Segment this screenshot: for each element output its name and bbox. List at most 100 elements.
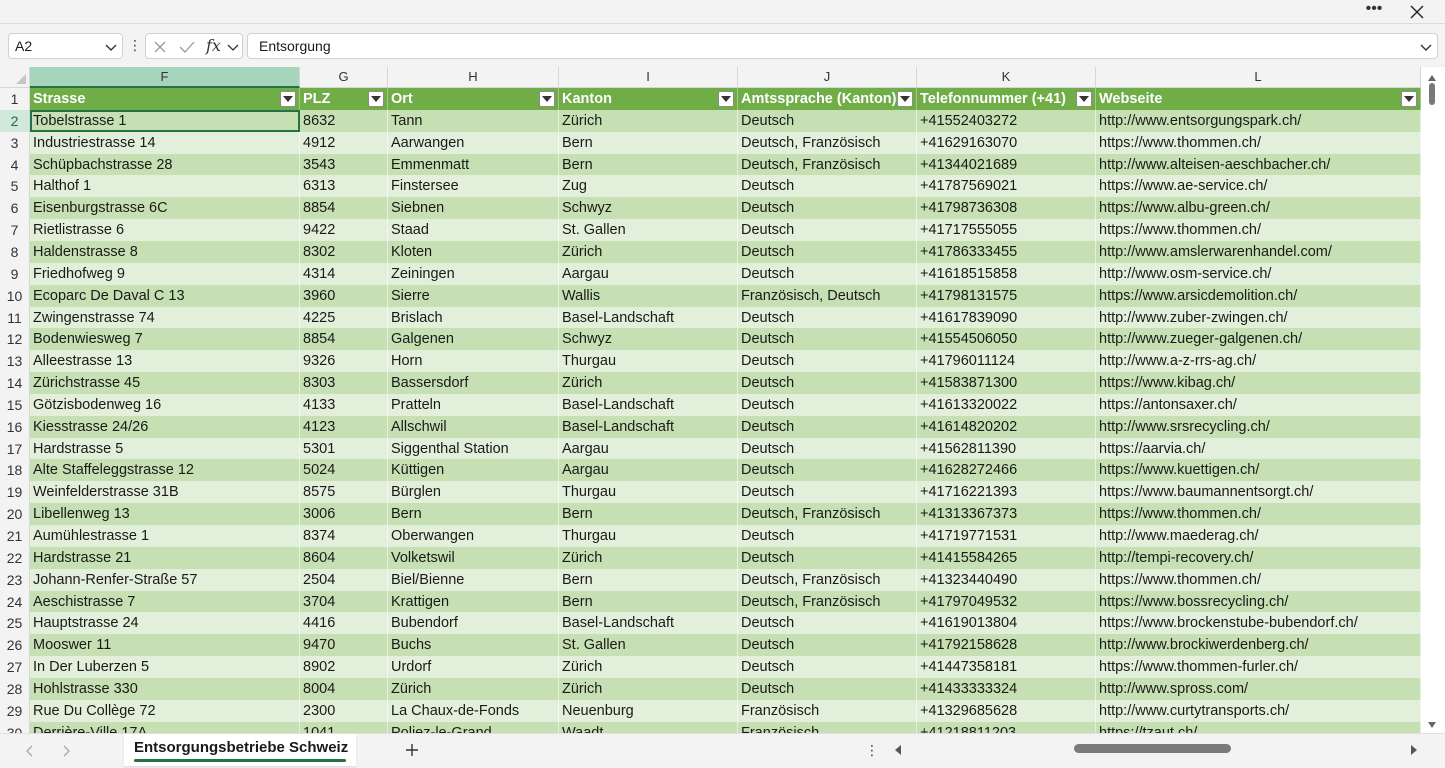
table-cell[interactable]: Götzisbodenweg 16 [30, 393, 300, 416]
table-cell[interactable]: Biel/Bienne [388, 568, 559, 591]
filter-dropdown-icon[interactable] [539, 91, 555, 107]
table-header-cell[interactable]: Strasse [30, 88, 300, 110]
table-cell[interactable]: 2300 [300, 699, 388, 722]
cancel-icon[interactable] [152, 39, 168, 55]
table-cell[interactable]: Schwyz [559, 197, 738, 220]
row-header[interactable]: 26 [0, 634, 30, 657]
row-header[interactable]: 18 [0, 459, 30, 482]
table-cell[interactable]: Küttigen [388, 459, 559, 482]
table-cell[interactable]: Oberwangen [388, 525, 559, 547]
row-header[interactable]: 28 [0, 677, 30, 700]
table-cell[interactable]: 4225 [300, 306, 388, 329]
row-header[interactable]: 3 [0, 131, 30, 154]
table-cell[interactable]: +41583871300 [917, 372, 1096, 395]
table-cell[interactable]: 5024 [300, 459, 388, 482]
table-cell[interactable]: Deutsch [738, 240, 917, 263]
row-header[interactable]: 2 [0, 109, 30, 132]
table-cell[interactable]: Zürich [559, 372, 738, 395]
table-cell[interactable]: +41323440490 [917, 568, 1096, 591]
table-cell[interactable]: Deutsch [738, 612, 917, 635]
table-cell[interactable]: Tobelstrasse 1 [30, 109, 300, 132]
table-cell[interactable]: 9422 [300, 219, 388, 242]
table-cell[interactable]: Rue Du Collège 72 [30, 699, 300, 722]
row-header[interactable]: 29 [0, 699, 30, 722]
table-cell[interactable]: +41613320022 [917, 393, 1096, 416]
table-cell[interactable]: http://www.zueger-galgenen.ch/ [1096, 328, 1421, 351]
table-cell[interactable]: +41719771531 [917, 525, 1096, 547]
table-cell[interactable]: +41787569021 [917, 175, 1096, 198]
table-cell[interactable]: 9470 [300, 634, 388, 657]
table-cell[interactable]: 8302 [300, 240, 388, 263]
table-cell[interactable]: Wallis [559, 284, 738, 307]
table-cell[interactable]: 3704 [300, 590, 388, 613]
table-cell[interactable]: Französisch, Deutsch [738, 284, 917, 307]
table-cell[interactable]: Zürich [559, 546, 738, 569]
filter-dropdown-icon[interactable] [1401, 91, 1417, 107]
table-cell[interactable]: 1041 [300, 721, 388, 733]
table-cell[interactable]: Aargau [559, 437, 738, 460]
table-cell[interactable]: Hauptstrasse 24 [30, 612, 300, 635]
table-cell[interactable]: https://antonsaxer.ch/ [1096, 393, 1421, 416]
table-cell[interactable]: 3543 [300, 153, 388, 176]
table-cell[interactable]: Krattigen [388, 590, 559, 613]
table-cell[interactable]: Bern [388, 503, 559, 526]
table-cell[interactable]: Alte Staffeleggstrasse 12 [30, 459, 300, 482]
sheet-tab-active[interactable]: Entsorgungsbetriebe Schweiz [124, 734, 356, 766]
table-cell[interactable]: Bubendorf [388, 612, 559, 635]
table-cell[interactable]: Zürich [559, 109, 738, 132]
table-cell[interactable]: Deutsch [738, 328, 917, 351]
table-cell[interactable]: 5301 [300, 437, 388, 460]
table-cell[interactable]: Johann-Renfer-Straße 57 [30, 568, 300, 591]
table-cell[interactable]: Industriestrasse 14 [30, 131, 300, 154]
table-cell[interactable]: Deutsch [738, 109, 917, 132]
table-cell[interactable]: +41716221393 [917, 481, 1096, 504]
table-cell[interactable]: Deutsch [738, 525, 917, 547]
table-cell[interactable]: Bern [559, 568, 738, 591]
column-header-g[interactable]: G [300, 67, 388, 88]
table-cell[interactable]: Aeschistrasse 7 [30, 590, 300, 613]
table-cell[interactable]: La Chaux-de-Fonds [388, 699, 559, 722]
filter-dropdown-icon[interactable] [1076, 91, 1092, 107]
table-cell[interactable]: Hohlstrasse 330 [30, 677, 300, 700]
table-cell[interactable]: Ecoparc De Daval C 13 [30, 284, 300, 307]
filter-dropdown-icon[interactable] [718, 91, 734, 107]
table-cell[interactable]: Zürich [559, 656, 738, 679]
vertical-scrollbar[interactable] [1425, 67, 1439, 733]
table-cell[interactable]: Waadt [559, 721, 738, 733]
table-cell[interactable]: Thurgau [559, 350, 738, 373]
table-cell[interactable]: In Der Luberzen 5 [30, 656, 300, 679]
spreadsheet-grid[interactable]: F G H I J K L 1 Strasse PLZ Ort Kanton Amtssprache (… [0, 67, 1445, 733]
row-header[interactable]: 1 [0, 88, 30, 110]
table-cell[interactable]: Deutsch [738, 219, 917, 242]
table-cell[interactable]: Weinfelderstrasse 31B [30, 481, 300, 504]
table-cell[interactable]: https://www.thommen.ch/ [1096, 568, 1421, 591]
row-header[interactable]: 30 [0, 721, 30, 733]
table-cell[interactable]: http://www.maederag.ch/ [1096, 525, 1421, 547]
table-cell[interactable]: Emmenmatt [388, 153, 559, 176]
row-header[interactable]: 11 [0, 306, 30, 329]
table-cell[interactable]: Aargau [559, 262, 738, 285]
table-cell[interactable]: Kloten [388, 240, 559, 263]
table-cell[interactable]: Kiesstrasse 24/26 [30, 415, 300, 438]
table-header-cell[interactable]: PLZ [300, 88, 388, 110]
table-cell[interactable]: Zug [559, 175, 738, 198]
check-icon[interactable] [178, 39, 196, 55]
table-cell[interactable]: +41552403272 [917, 109, 1096, 132]
row-header[interactable]: 24 [0, 590, 30, 613]
row-header[interactable]: 13 [0, 350, 30, 373]
select-all-button[interactable] [0, 67, 30, 88]
row-header[interactable]: 15 [0, 393, 30, 416]
table-cell[interactable]: 8004 [300, 677, 388, 700]
row-header[interactable]: 21 [0, 525, 30, 547]
table-cell[interactable]: Bern [559, 153, 738, 176]
table-cell[interactable]: Bassersdorf [388, 372, 559, 395]
table-cell[interactable]: Bodenwiesweg 7 [30, 328, 300, 351]
table-cell[interactable]: +41797049532 [917, 590, 1096, 613]
table-cell[interactable]: Siggenthal Station [388, 437, 559, 460]
table-cell[interactable]: Urdorf [388, 656, 559, 679]
table-cell[interactable]: Bürglen [388, 481, 559, 504]
row-header[interactable]: 7 [0, 219, 30, 242]
table-header-cell[interactable]: Ort [388, 88, 559, 110]
table-cell[interactable]: 8632 [300, 109, 388, 132]
table-cell[interactable]: 8902 [300, 656, 388, 679]
